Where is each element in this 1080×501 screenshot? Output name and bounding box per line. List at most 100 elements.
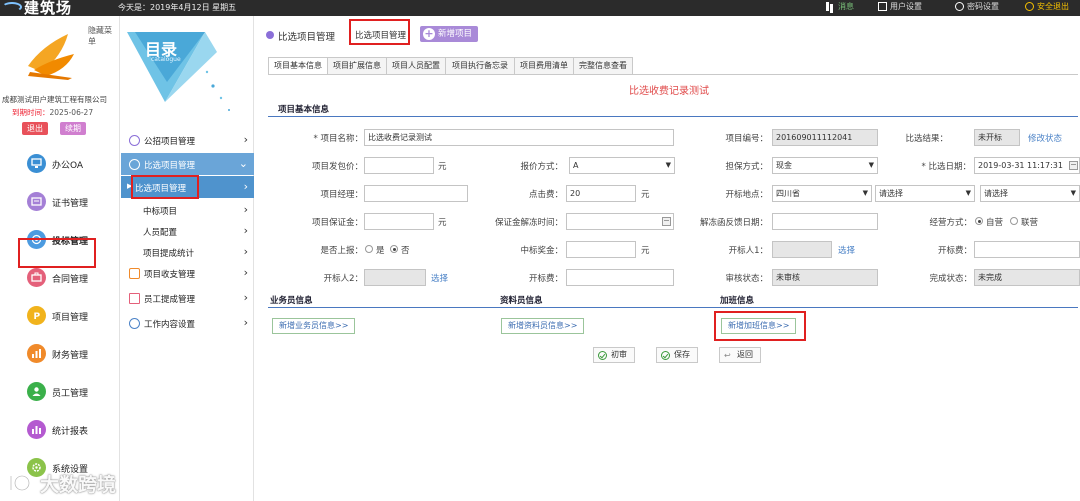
tab-basic-info[interactable]: 项目基本信息 (268, 57, 328, 75)
section-lower-line (268, 307, 1078, 308)
nav-label: 合同管理 (52, 275, 89, 285)
deposit-label: 项目保证金： (311, 218, 363, 228)
location-label: 开标地点： (725, 190, 768, 200)
calendar-icon[interactable] (1069, 161, 1078, 170)
dot-icon (266, 31, 274, 39)
report-yes-radio[interactable] (365, 245, 373, 253)
nav-item-finance[interactable]: 财务管理 (0, 342, 120, 366)
op-self-label: 自营 (986, 218, 1004, 228)
tab-full-info[interactable]: 完整信息查看 (573, 57, 633, 75)
topbar-item-logout[interactable]: 安全退出 (1037, 1, 1069, 12)
svg-text:P: P (34, 312, 41, 321)
topbar-item-user-settings[interactable]: 用户设置 (890, 1, 922, 12)
open-fee2-input[interactable] (566, 269, 674, 286)
report-yes-label: 是 (376, 246, 385, 256)
topbar-item-password[interactable]: 密码设置 (967, 1, 999, 12)
highlight-bidding (18, 238, 96, 268)
report-no-radio[interactable] (390, 245, 398, 253)
monitor-icon (27, 154, 46, 173)
breadcrumb: 比选项目管理 比选项目管理 + 新增项目 (258, 19, 1080, 46)
logout-icon[interactable] (1025, 2, 1034, 11)
price-input[interactable] (364, 157, 434, 174)
document-icon (129, 293, 140, 304)
watermark-text: 大数跨境 (40, 474, 117, 496)
complete-input: 未完成 (974, 269, 1080, 286)
tab-memo[interactable]: 项目执行备忘录 (445, 57, 515, 75)
deposit-input[interactable] (364, 213, 434, 230)
message-icon[interactable] (826, 2, 829, 11)
quote-method-select[interactable]: A ▼ (569, 157, 675, 174)
manager-label: 项目经理： (320, 190, 363, 200)
password-icon[interactable] (955, 2, 964, 11)
audit-input: 未审核 (772, 269, 878, 286)
menu-work-settings[interactable]: 工作内容设置 › (121, 312, 254, 334)
menu-compare-bid[interactable]: 比选项目管理 ⌄ (121, 153, 254, 175)
menu-label: 员工提成管理 (144, 295, 196, 305)
complete-label: 完成状态： (929, 274, 972, 284)
add-staff-button[interactable]: 新增业务员信息>> (272, 318, 356, 334)
back-button[interactable]: ↩ 返回 (719, 347, 761, 363)
menu-label: 项目收支管理 (144, 270, 196, 280)
menu-commission-stats[interactable]: 项目提成统计 › (121, 241, 254, 263)
nav-item-reports[interactable]: 统计报表 (0, 418, 120, 442)
award-input[interactable] (566, 241, 636, 258)
calendar-icon[interactable] (662, 217, 671, 226)
section-staff-title: 业务员信息 (270, 296, 313, 306)
menu-public-bid[interactable]: 公招项目管理 › (121, 129, 254, 151)
user-settings-icon[interactable] (878, 2, 887, 11)
province-select[interactable]: 四川省 ▼ (772, 185, 872, 202)
watermark-logo-icon (9, 474, 31, 492)
add-data-button[interactable]: 新增资料员信息>> (501, 318, 585, 334)
result-input: 未开标 (974, 129, 1020, 146)
modify-status-link[interactable]: 修改状态 (1028, 132, 1062, 144)
menu-winning-projects[interactable]: 中标项目 › (121, 199, 254, 221)
menu-income-expense[interactable]: 项目收支管理 › (121, 262, 254, 284)
chevron-right-icon: › (243, 316, 248, 329)
opener2-select-link[interactable]: 选择 (431, 272, 448, 284)
points-label: 点击费： (528, 190, 563, 200)
project-no-input: 201609011112041 (772, 129, 878, 146)
menu-staff-commission[interactable]: 员工提成管理 › (121, 287, 254, 309)
renew-button[interactable]: 续期 (60, 122, 86, 135)
release-feedback-input[interactable] (772, 213, 878, 230)
project-name-input[interactable]: 比选收费记录测试 (364, 129, 674, 146)
nav-item-oa[interactable]: 办公OA (0, 152, 120, 176)
district-value: 请选择 (984, 189, 1008, 198)
district-select[interactable]: 请选择 ▼ (980, 185, 1080, 202)
opener1-select-link[interactable]: 选择 (838, 244, 855, 256)
target-icon (129, 159, 140, 170)
date-input[interactable]: 2019-03-31 11:17:31 (974, 157, 1080, 174)
points-unit: 元 (641, 190, 650, 200)
caret-down-icon: ▼ (665, 161, 671, 169)
catalog-banner (127, 32, 230, 111)
guarantee-select[interactable]: 现金 ▼ (772, 157, 878, 174)
points-input[interactable]: 20 (566, 185, 636, 202)
manager-input[interactable] (364, 185, 468, 202)
logout-button[interactable]: 退出 (22, 122, 48, 135)
back-label: 返回 (737, 350, 753, 359)
tab-extended-info[interactable]: 项目扩展信息 (327, 57, 387, 75)
save-button[interactable]: 保存 (656, 347, 698, 363)
nav-item-staff[interactable]: 员工管理 (0, 380, 120, 404)
chevron-right-icon: › (243, 224, 248, 237)
nav-item-certificate[interactable]: 证书管理 (0, 190, 120, 214)
menu-staff-config[interactable]: 人员配置 › (121, 220, 254, 242)
op-joint-radio[interactable] (1010, 217, 1018, 225)
nav-item-project[interactable]: P 项目管理 (0, 304, 120, 328)
tab-expenses[interactable]: 项目费用清单 (514, 57, 574, 75)
caret-down-icon: ▼ (862, 189, 868, 197)
nav-item-contract[interactable]: 合同管理 (0, 266, 120, 290)
deposit-release-input[interactable] (566, 213, 674, 230)
op-self-radio[interactable] (975, 217, 983, 225)
project-no-label: 项目编号： (725, 134, 768, 144)
new-project-button[interactable]: + 新增项目 (420, 26, 479, 42)
review-button[interactable]: 初审 (593, 347, 635, 363)
breadcrumb-item[interactable]: 比选项目管理 (278, 29, 335, 43)
open-fee-input[interactable] (974, 241, 1080, 258)
check-circle-icon (661, 351, 670, 360)
tab-staff-config[interactable]: 项目人员配置 (386, 57, 446, 75)
hide-menu-link[interactable]: 隐藏菜单 (88, 25, 119, 47)
city-select[interactable]: 请选择 ▼ (875, 185, 975, 202)
highlight-compare-manage (131, 175, 199, 199)
topbar-item-message[interactable]: 消息 (838, 1, 854, 12)
